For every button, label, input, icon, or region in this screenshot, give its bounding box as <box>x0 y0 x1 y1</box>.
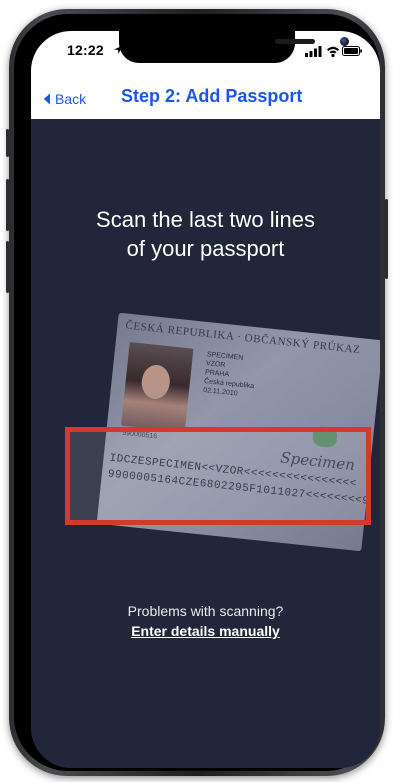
scan-instruction: Scan the last two lines of your passport <box>96 207 315 261</box>
header: 12:22 Back Step 2: Add Passport <box>31 31 380 119</box>
phone-frame: 12:22 Back Step 2: Add Passport Scan the… <box>6 9 388 776</box>
enter-details-manually-link[interactable]: Enter details manually <box>31 623 380 639</box>
volume-up-button <box>6 179 9 231</box>
back-button[interactable]: Back <box>43 87 86 111</box>
location-arrow-icon <box>114 46 122 54</box>
page-title: Step 2: Add Passport <box>121 86 303 106</box>
power-button <box>385 199 388 279</box>
wifi-icon <box>327 46 339 58</box>
signal-icon <box>305 46 322 57</box>
passport-fields: SPECIMEN VZOR PRAHA Česká republika 02.1… <box>203 350 258 400</box>
volume-down-button <box>6 241 9 293</box>
back-label: Back <box>55 91 87 107</box>
scanning-help-text: Problems with scanning? <box>127 603 284 619</box>
side-button <box>6 129 9 157</box>
scan-frame <box>65 427 371 525</box>
chevron-left-icon <box>43 93 50 105</box>
notch <box>119 31 349 63</box>
app-screen: 12:22 Back Step 2: Add Passport Scan the… <box>31 31 380 768</box>
battery-icon <box>342 46 362 56</box>
status-time: 12:22 <box>67 42 104 58</box>
status-icons <box>305 46 362 58</box>
